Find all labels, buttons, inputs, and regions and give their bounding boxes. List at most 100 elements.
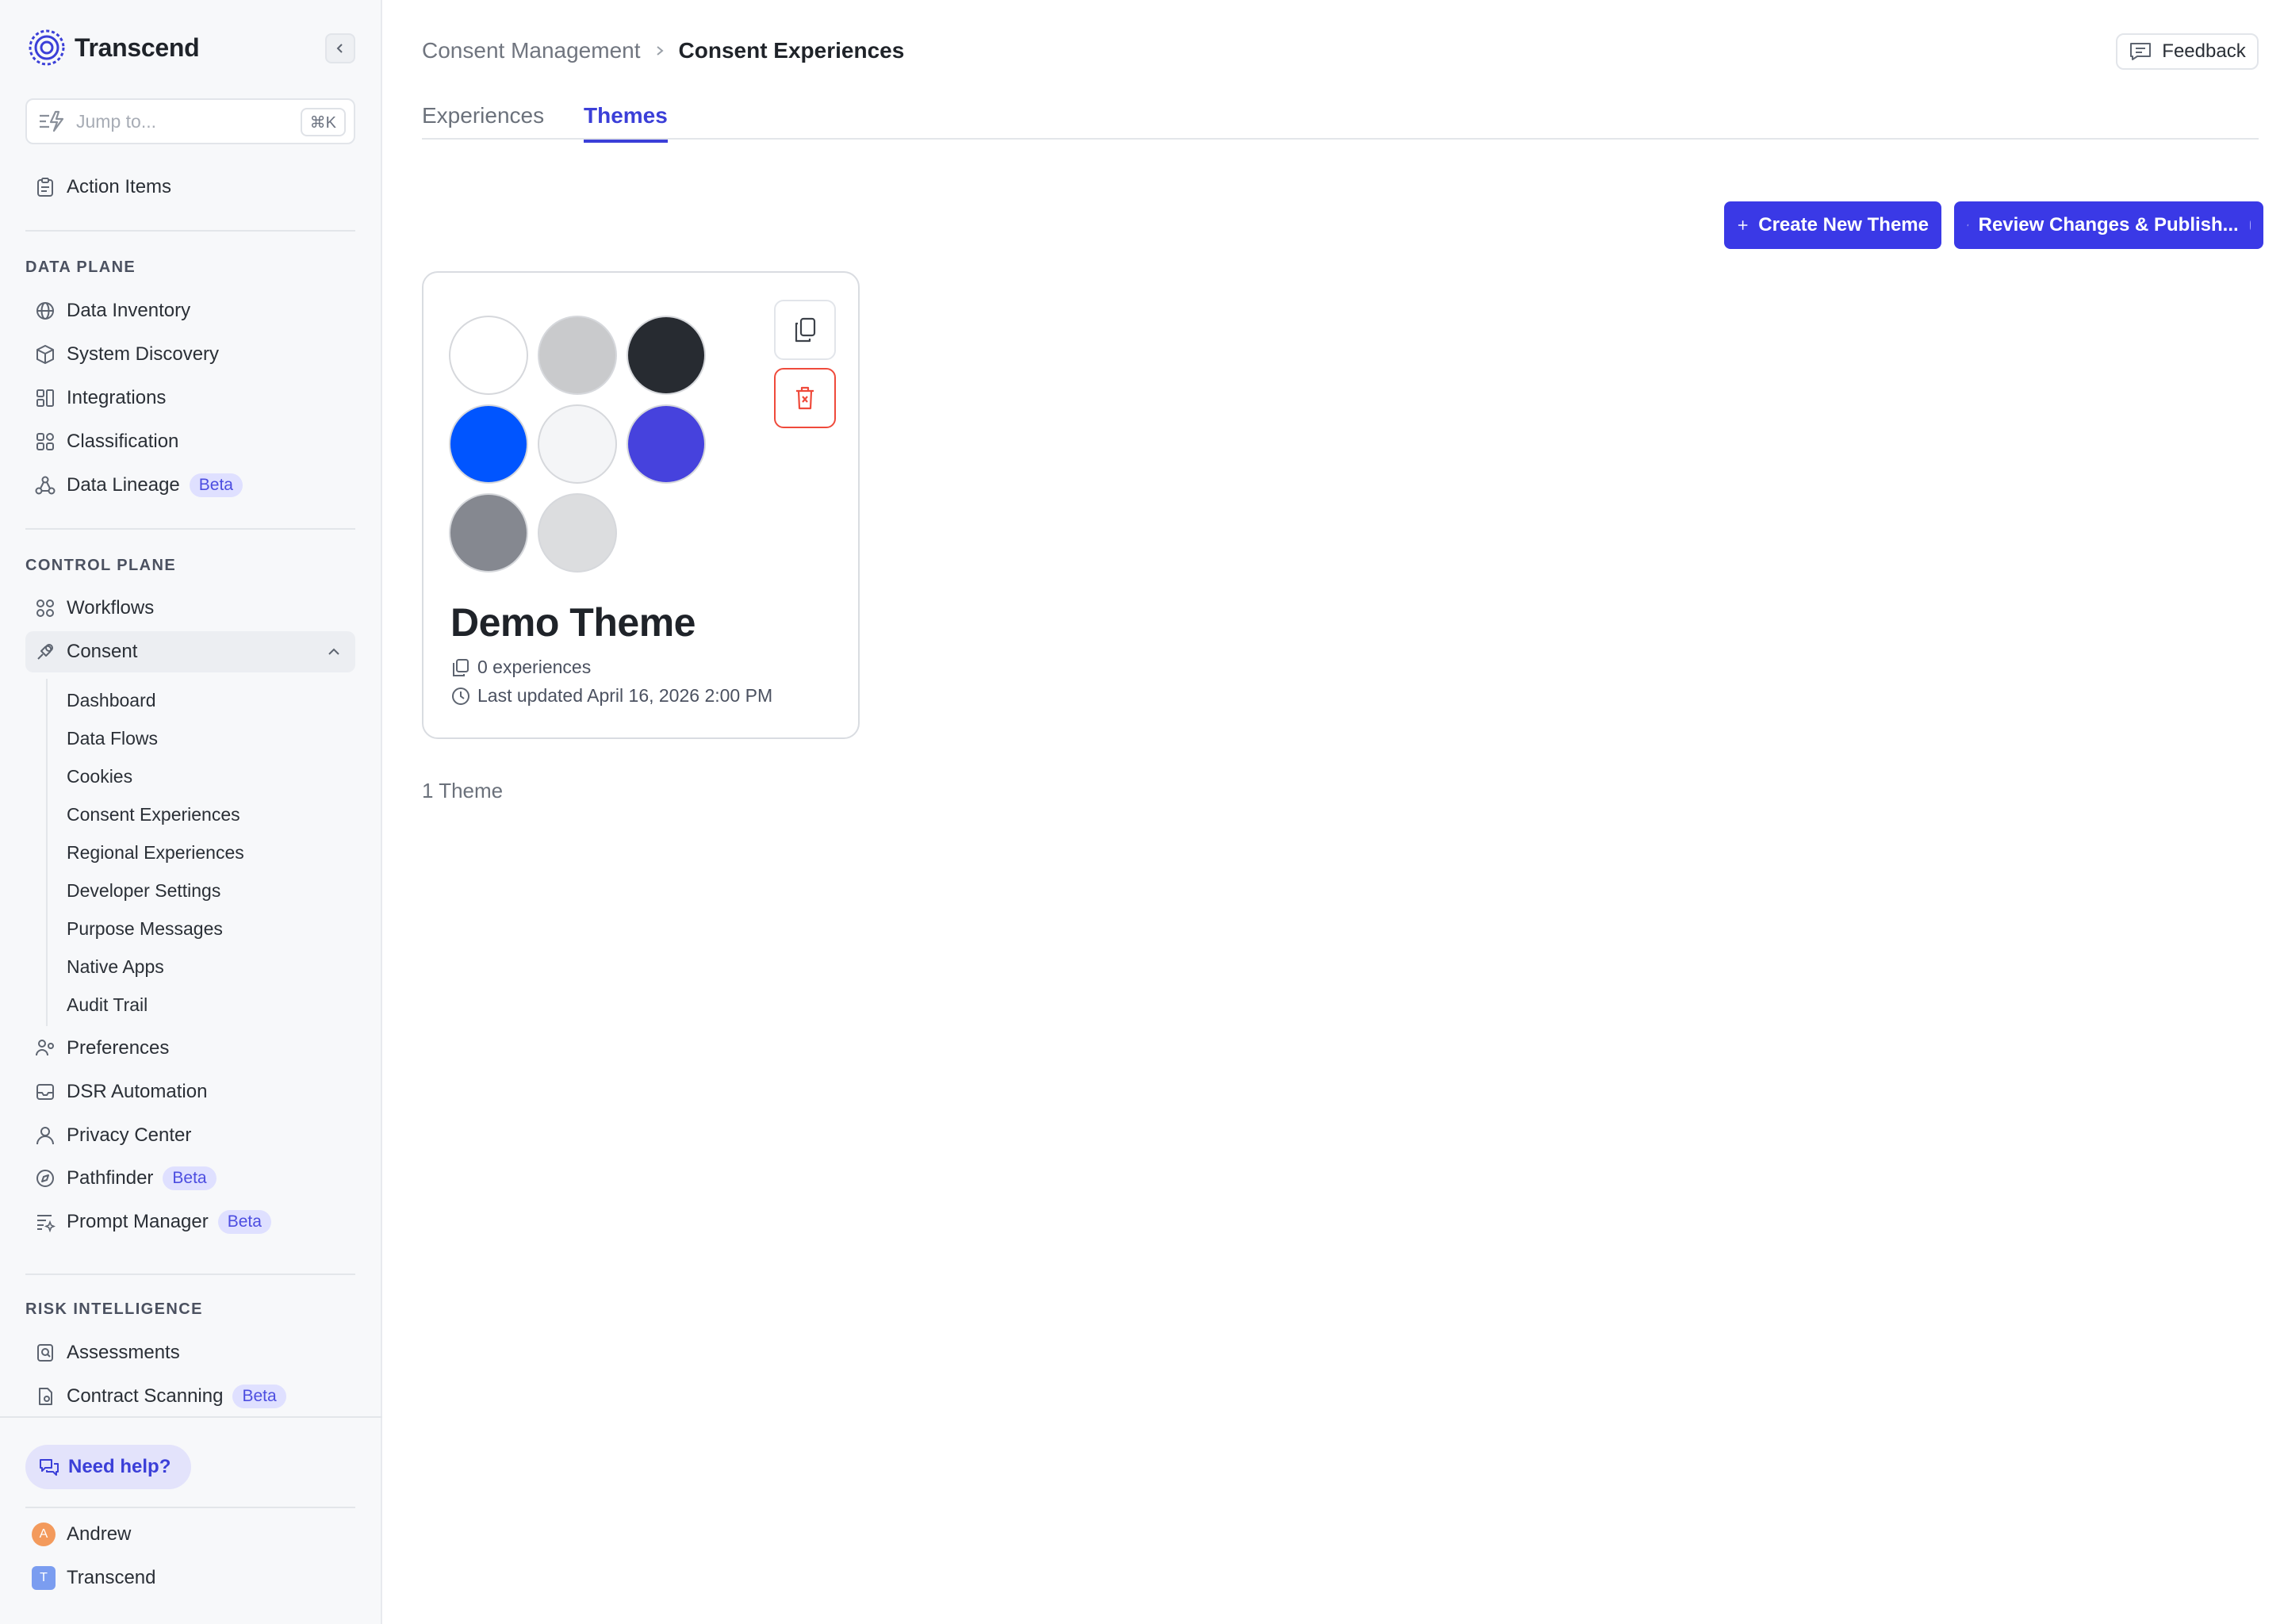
sidebar-item-prompt-manager[interactable]: Prompt Manager Beta — [25, 1201, 355, 1243]
beta-badge: Beta — [217, 1210, 271, 1234]
sidebar-item-system-discovery[interactable]: System Discovery — [25, 334, 355, 375]
color-swatch — [538, 316, 617, 395]
breadcrumb-current: Consent Experiences — [678, 38, 905, 63]
sidebar: Transcend Jump to... ⌘K Action Items DAT… — [0, 0, 382, 1624]
subitem-regional-experiences[interactable]: Regional Experiences — [67, 842, 244, 864]
collapse-sidebar-button[interactable] — [325, 33, 355, 63]
section-label-control-plane: CONTROL PLANE — [25, 557, 177, 574]
sidebar-item-label: System Discovery — [67, 343, 220, 365]
clock-icon — [452, 687, 469, 705]
cube-icon — [33, 343, 57, 366]
color-swatch — [538, 493, 617, 573]
org-avatar: T — [32, 1566, 56, 1590]
section-label-data-plane: DATA PLANE — [25, 259, 136, 276]
sidebar-item-data-inventory[interactable]: Data Inventory — [25, 290, 355, 331]
breadcrumb: Consent Management Consent Experiences — [422, 38, 904, 63]
user-name: Andrew — [67, 1523, 132, 1545]
contract-icon — [33, 1385, 57, 1408]
lineage-icon — [33, 473, 57, 497]
subitem-cookies[interactable]: Cookies — [67, 766, 132, 787]
assessment-icon — [33, 1341, 57, 1365]
trash-icon — [796, 386, 814, 410]
org-name: Transcend — [67, 1567, 156, 1588]
theme-name: Demo Theme — [450, 600, 696, 645]
submenu-guide-line — [46, 679, 48, 1026]
sidebar-item-label: Prompt Manager — [67, 1211, 209, 1232]
copy-icon — [453, 658, 469, 676]
sidebar-item-preferences[interactable]: Preferences — [25, 1028, 355, 1069]
last-updated-label: Last updated April 16, 2026 2:00 PM — [477, 685, 773, 706]
beta-badge: Beta — [163, 1166, 217, 1190]
sidebar-item-label: Data Lineage — [67, 474, 180, 496]
copy-icon — [795, 317, 816, 343]
inbox-icon — [33, 1080, 57, 1104]
sidebar-divider — [25, 528, 355, 530]
sidebar-item-label: Assessments — [67, 1342, 180, 1363]
consent-icon — [33, 640, 57, 664]
globe-icon — [33, 299, 57, 323]
sidebar-item-label: Preferences — [67, 1037, 170, 1059]
create-new-theme-label: Create New Theme — [1758, 214, 1929, 236]
classification-icon — [33, 430, 57, 454]
breadcrumb-parent[interactable]: Consent Management — [422, 38, 641, 63]
brand[interactable]: Transcend — [27, 27, 200, 68]
prompt-icon — [33, 1210, 57, 1234]
sidebar-item-assessments[interactable]: Assessments — [25, 1332, 355, 1373]
subitem-native-apps[interactable]: Native Apps — [67, 956, 164, 978]
org-menu[interactable]: T Transcend — [32, 1566, 156, 1590]
chevron-right-icon — [656, 46, 664, 56]
jump-to-search[interactable]: Jump to... ⌘K — [25, 98, 355, 144]
sidebar-item-privacy-center[interactable]: Privacy Center — [25, 1115, 355, 1156]
review-changes-publish-button[interactable]: Review Changes & Publish... — [1954, 201, 2263, 249]
sidebar-divider — [25, 1274, 355, 1275]
duplicate-theme-button[interactable] — [774, 300, 836, 360]
keyboard-shortcut: ⌘K — [300, 108, 346, 136]
color-swatch — [449, 316, 528, 395]
theme-card[interactable]: Demo Theme 0 experiences Last updated Ap… — [422, 271, 860, 739]
tab-experiences[interactable]: Experiences — [422, 103, 544, 140]
subitem-data-flows[interactable]: Data Flows — [67, 728, 158, 749]
sidebar-item-dsr-automation[interactable]: DSR Automation — [25, 1071, 355, 1113]
subitem-consent-experiences[interactable]: Consent Experiences — [67, 804, 240, 825]
need-help-button[interactable]: Need help? — [25, 1445, 192, 1489]
beta-badge: Beta — [232, 1385, 286, 1408]
jump-icon — [40, 110, 64, 132]
jump-to-placeholder: Jump to... — [76, 110, 156, 132]
user-avatar: A — [32, 1522, 56, 1546]
sidebar-item-action-items[interactable]: Action Items — [25, 167, 355, 208]
subitem-developer-settings[interactable]: Developer Settings — [67, 880, 220, 902]
sidebar-item-pathfinder[interactable]: Pathfinder Beta — [25, 1158, 355, 1199]
sidebar-item-classification[interactable]: Classification — [25, 421, 355, 462]
theme-experience-count: 0 experiences — [450, 657, 591, 678]
user-menu[interactable]: A Andrew — [32, 1522, 131, 1546]
sidebar-item-label: Action Items — [67, 176, 172, 197]
sidebar-item-label: Integrations — [67, 387, 167, 408]
lightning-icon — [1967, 224, 1969, 227]
tab-bar: Experiences Themes — [422, 100, 2259, 143]
sidebar-item-contract-scanning[interactable]: Contract Scanning Beta — [25, 1376, 355, 1417]
user-icon — [33, 1124, 57, 1147]
workflows-icon — [33, 596, 57, 620]
preferences-icon — [33, 1036, 57, 1060]
plus-icon — [1738, 220, 1748, 230]
sidebar-item-integrations[interactable]: Integrations — [25, 377, 355, 419]
color-swatch — [538, 404, 617, 484]
feedback-label: Feedback — [2162, 40, 2246, 62]
delete-theme-button[interactable] — [774, 368, 836, 428]
sidebar-item-consent[interactable]: Consent — [25, 631, 355, 672]
message-icon — [2130, 43, 2152, 60]
sidebar-divider — [25, 1507, 355, 1508]
subitem-purpose-messages[interactable]: Purpose Messages — [67, 918, 223, 940]
brand-name: Transcend — [75, 33, 200, 62]
feedback-button[interactable]: Feedback — [2116, 33, 2259, 70]
subitem-audit-trail[interactable]: Audit Trail — [67, 994, 148, 1016]
color-swatch — [627, 404, 706, 484]
tab-themes[interactable]: Themes — [584, 103, 668, 143]
chevron-left-icon — [336, 44, 343, 53]
create-new-theme-button[interactable]: Create New Theme — [1724, 201, 1941, 249]
experience-count-label: 0 experiences — [477, 657, 592, 677]
subitem-dashboard[interactable]: Dashboard — [67, 690, 156, 711]
sidebar-item-data-lineage[interactable]: Data Lineage Beta — [25, 465, 355, 506]
sidebar-divider — [25, 230, 355, 232]
sidebar-item-workflows[interactable]: Workflows — [25, 588, 355, 629]
